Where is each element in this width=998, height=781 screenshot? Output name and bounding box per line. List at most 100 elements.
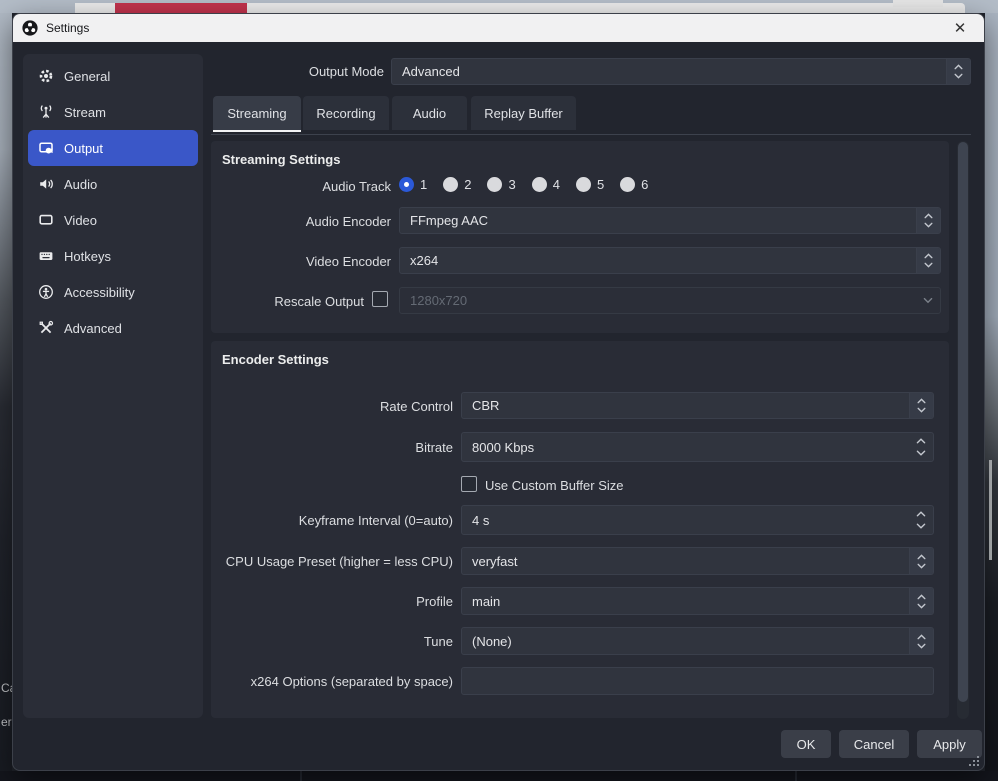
- chevron-up-icon: [917, 594, 926, 600]
- background-window-tab: [893, 0, 943, 7]
- chevron-down-icon: [917, 603, 926, 609]
- cancel-button[interactable]: Cancel: [839, 730, 909, 758]
- rescale-output-label: Rescale Output: [211, 294, 364, 309]
- tune-select[interactable]: (None): [461, 627, 934, 655]
- radio-label: 4: [553, 177, 560, 192]
- audio-track-radio-2[interactable]: 2: [443, 177, 471, 192]
- custom-buffer-checkbox[interactable]: [461, 476, 477, 492]
- audio-encoder-label: Audio Encoder: [211, 214, 391, 229]
- section-title: Encoder Settings: [222, 352, 329, 367]
- chevron-down-icon: [917, 643, 926, 649]
- chevron-up-icon: [917, 554, 926, 560]
- radio-icon: [620, 177, 635, 192]
- rate-control-select[interactable]: CBR: [461, 392, 934, 419]
- audio-track-radio-6[interactable]: 6: [620, 177, 648, 192]
- chevron-down-icon: [924, 222, 933, 228]
- profile-label: Profile: [211, 594, 453, 609]
- desktop-wallpaper-left: [0, 13, 12, 771]
- scrollbar-thumb[interactable]: [958, 142, 968, 702]
- chevron-down-icon: [916, 450, 926, 456]
- tab-recording[interactable]: Recording: [303, 96, 389, 130]
- rescale-resolution-select: 1280x720: [399, 287, 941, 314]
- audio-track-radio-5[interactable]: 5: [576, 177, 604, 192]
- close-icon[interactable]: ✕: [946, 14, 974, 42]
- resize-grip[interactable]: [969, 756, 980, 767]
- apply-button[interactable]: Apply: [917, 730, 982, 758]
- ok-button[interactable]: OK: [781, 730, 831, 758]
- chevron-up-icon: [917, 398, 926, 404]
- spinbox-value: 8000 Kbps: [472, 433, 534, 461]
- sidebar-item-label: Video: [64, 213, 97, 228]
- sidebar-item-stream[interactable]: Stream: [28, 94, 198, 130]
- sidebar-item-accessibility[interactable]: Accessibility: [28, 274, 198, 310]
- chevron-up-icon: [916, 438, 926, 444]
- combo-value: FFmpeg AAC: [410, 208, 488, 233]
- spinner[interactable]: [916, 208, 940, 233]
- obs-main-window-strip: [0, 771, 998, 781]
- keyframe-interval-label: Keyframe Interval (0=auto): [211, 513, 453, 528]
- spinner[interactable]: [946, 59, 970, 84]
- chevron-up-icon: [917, 634, 926, 640]
- radio-label: 3: [508, 177, 515, 192]
- gear-icon: [38, 68, 54, 84]
- sidebar-item-label: Hotkeys: [64, 249, 111, 264]
- output-mode-select[interactable]: Advanced: [391, 58, 971, 85]
- combo-value: veryfast: [472, 548, 518, 574]
- spinner: [916, 288, 940, 313]
- radio-icon: [576, 177, 591, 192]
- tab-streaming[interactable]: Streaming: [213, 96, 301, 130]
- window-title: Settings: [46, 21, 89, 35]
- tab-audio[interactable]: Audio: [392, 96, 467, 130]
- x264-options-input[interactable]: [461, 667, 934, 695]
- radio-icon: [487, 177, 502, 192]
- chevron-down-icon: [917, 563, 926, 569]
- tune-label: Tune: [211, 634, 453, 649]
- bitrate-spinbox[interactable]: 8000 Kbps: [461, 432, 934, 462]
- keyframe-interval-spinbox[interactable]: 4 s: [461, 505, 934, 535]
- sidebar-item-output[interactable]: Output: [28, 130, 198, 166]
- audio-track-radio-4[interactable]: 4: [532, 177, 560, 192]
- spinner[interactable]: [916, 248, 940, 273]
- spinner[interactable]: [909, 588, 933, 614]
- rescale-output-checkbox[interactable]: [372, 291, 388, 307]
- profile-select[interactable]: main: [461, 587, 934, 615]
- cpu-preset-select[interactable]: veryfast: [461, 547, 934, 575]
- sidebar-item-audio[interactable]: Audio: [28, 166, 198, 202]
- chevron-down-icon: [924, 262, 933, 268]
- custom-buffer-label: Use Custom Buffer Size: [485, 478, 623, 493]
- spinner[interactable]: [909, 433, 933, 461]
- sidebar-item-video[interactable]: Video: [28, 202, 198, 238]
- encoder-settings-section: Encoder Settings Rate Control CBR Bitrat…: [211, 341, 949, 718]
- video-encoder-select[interactable]: x264: [399, 247, 941, 274]
- background-red-strip: [115, 3, 247, 13]
- keyboard-icon: [38, 248, 54, 264]
- wallpaper-highlight: [989, 460, 992, 560]
- tools-icon: [38, 320, 54, 336]
- tab-label: Audio: [413, 106, 446, 121]
- streaming-settings-section: Streaming Settings Audio Track 1 2 3 4 5…: [211, 141, 949, 333]
- audio-encoder-select[interactable]: FFmpeg AAC: [399, 207, 941, 234]
- audio-track-radio-1[interactable]: 1: [399, 177, 427, 192]
- cpu-preset-label: CPU Usage Preset (higher = less CPU): [211, 554, 453, 569]
- chevron-up-icon: [924, 213, 933, 219]
- sidebar-item-hotkeys[interactable]: Hotkeys: [28, 238, 198, 274]
- audio-track-label: Audio Track: [211, 179, 391, 194]
- sidebar-item-general[interactable]: General: [28, 58, 198, 94]
- spinner[interactable]: [909, 548, 933, 574]
- tab-replay-buffer[interactable]: Replay Buffer: [471, 96, 576, 130]
- sidebar-item-label: Output: [64, 141, 103, 156]
- broadcast-antenna-icon: [38, 104, 54, 120]
- title-bar[interactable]: Settings ✕: [13, 14, 984, 42]
- scrollbar-track[interactable]: [957, 141, 969, 719]
- chevron-down-icon: [916, 523, 926, 529]
- chevron-down-icon: [954, 73, 963, 79]
- spinner[interactable]: [909, 393, 933, 418]
- sidebar-item-label: Stream: [64, 105, 106, 120]
- chevron-down-icon: [923, 297, 933, 304]
- sidebar-item-advanced[interactable]: Advanced: [28, 310, 198, 346]
- spinner[interactable]: [909, 628, 933, 654]
- radio-icon: [443, 177, 458, 192]
- radio-label: 2: [464, 177, 471, 192]
- audio-track-radio-3[interactable]: 3: [487, 177, 515, 192]
- spinner[interactable]: [909, 506, 933, 534]
